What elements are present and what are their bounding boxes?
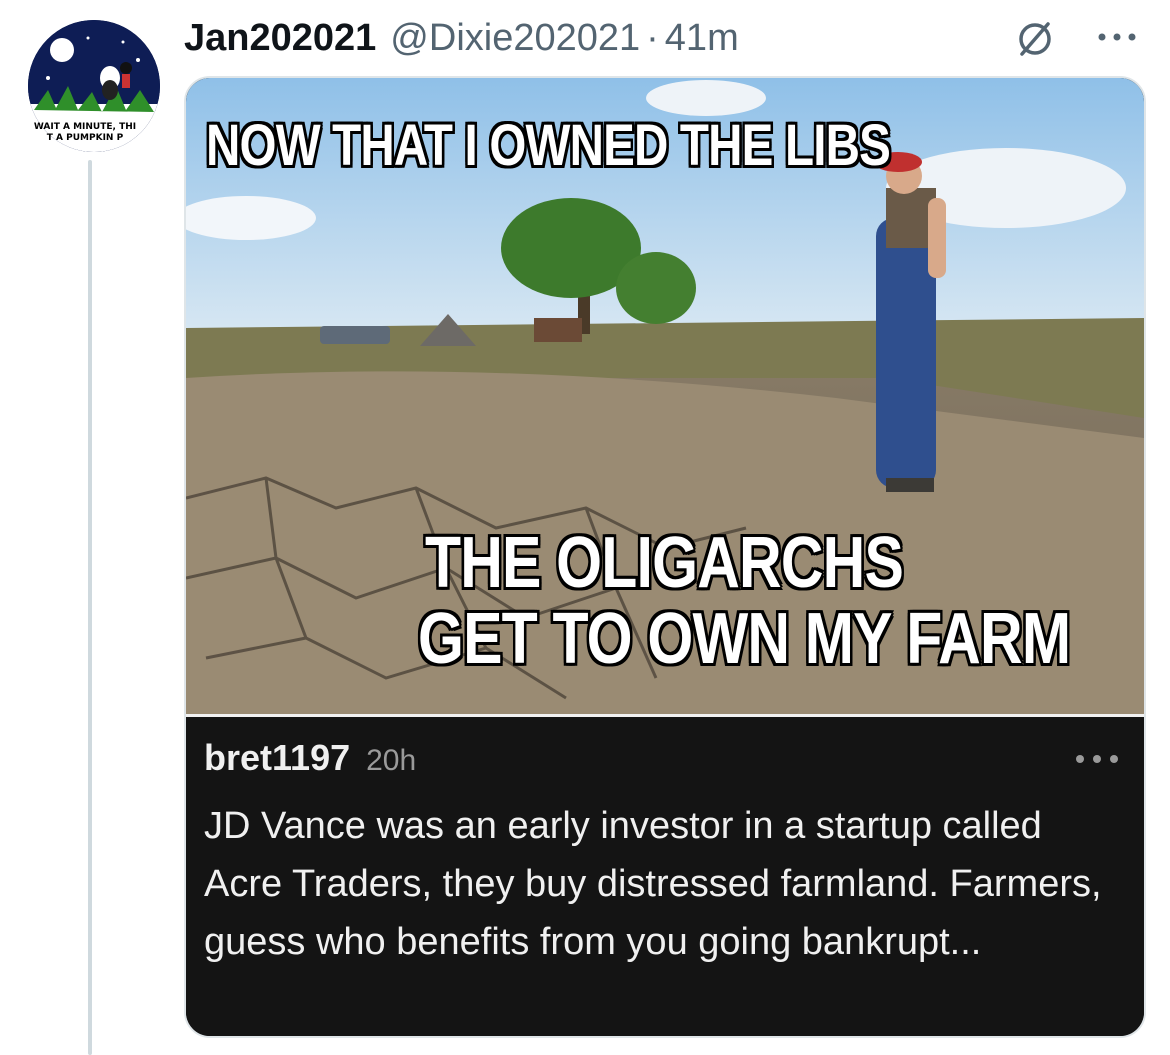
comment-header: bret1197 20h xyxy=(204,737,416,779)
avatar-caption-line2: T A PUMPKIN P xyxy=(46,133,124,143)
display-name[interactable]: Jan202021 xyxy=(184,17,376,60)
comment-body: JD Vance was an early investor in a star… xyxy=(204,805,1102,963)
avatar-caption: WAIT A MINUTE, THI T A PUMPKIN P xyxy=(0,122,170,144)
comment-username: bret1197 xyxy=(204,737,351,778)
separator: · xyxy=(646,16,659,59)
comment-more-icon xyxy=(1076,755,1118,763)
comment-age: 20h xyxy=(366,744,417,777)
timestamp[interactable]: 41m xyxy=(665,17,739,60)
tweet-header: Jan202021 @Dixie202021 · 41m xyxy=(184,8,739,68)
tweet-media[interactable]: NOW THAT I OWNED THE LIBS THE OLIGARCHS … xyxy=(184,76,1146,1038)
thread-line xyxy=(88,160,92,1055)
meme-top-text: NOW THAT I OWNED THE LIBS xyxy=(206,113,891,178)
meme-bottom-line1: THE OLIGARCHS xyxy=(424,523,904,603)
meme-bottom-line2: GET TO OWN MY FARM xyxy=(418,598,1071,679)
handle[interactable]: @Dixie202021 xyxy=(390,17,640,60)
meme-bottom-text: THE OLIGARCHS GET TO OWN MY FARM xyxy=(418,523,1071,679)
embedded-comment: bret1197 20h JD Vance was an early inves… xyxy=(186,714,1144,1036)
muted-circle-slash-icon[interactable] xyxy=(1012,16,1058,62)
more-horizontal-icon[interactable] xyxy=(1094,22,1140,52)
avatar-caption-line1: WAIT A MINUTE, THI xyxy=(33,122,137,132)
